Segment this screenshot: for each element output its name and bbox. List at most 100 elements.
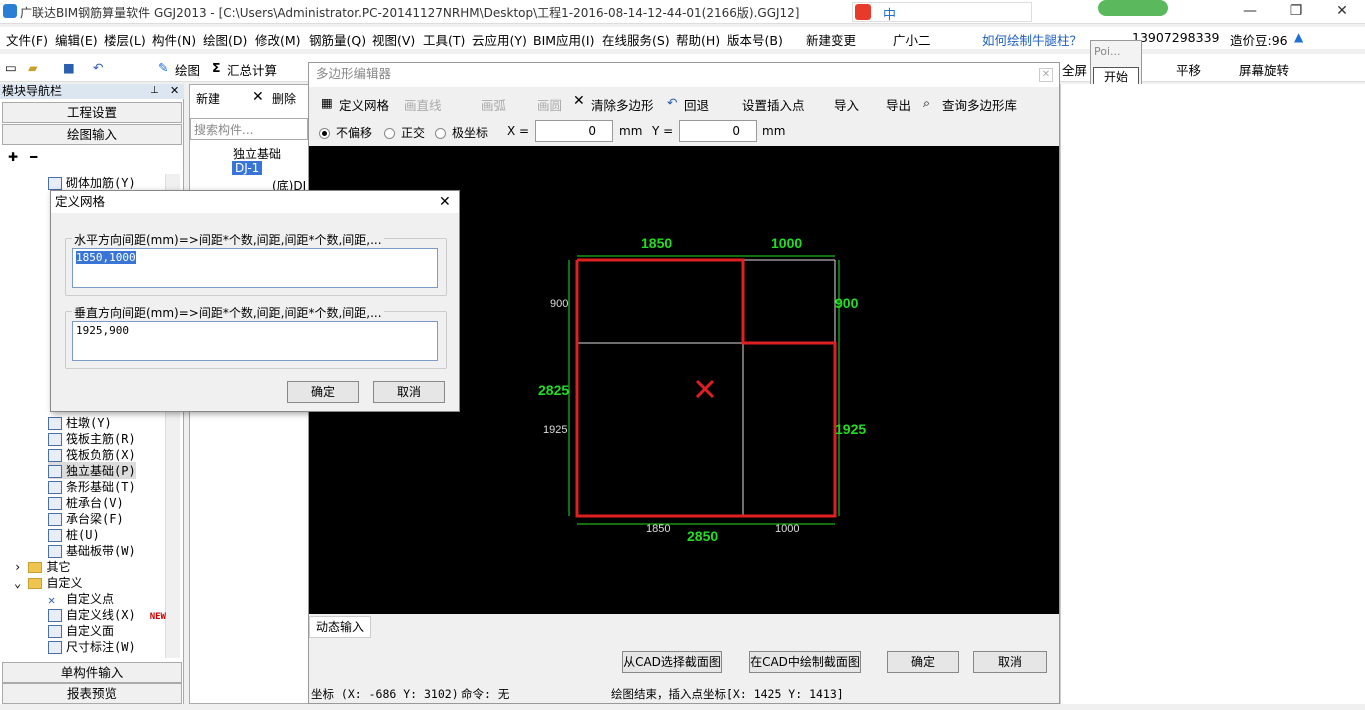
nav-item-pile-cap[interactable]: 桩承台(V) [48, 494, 124, 511]
nav-item-foundation-strip[interactable]: 基础板带(W) [48, 542, 136, 559]
draw-line-button[interactable]: 画直线 [404, 95, 442, 114]
draw-circle-button[interactable]: 画圆 [537, 95, 562, 114]
radio-polar[interactable]: 极坐标 [435, 124, 488, 141]
status-coordinates: 坐标 (X: -686 Y: 3102) [311, 687, 459, 701]
nav-item-raft-neg[interactable]: 筏板负筋(X) [48, 446, 136, 463]
component-search-input[interactable]: 搜索构件... [190, 118, 308, 140]
define-grid-dialog: 定义网格 ✕ 水平方向间距(mm)=>间距*个数,间距,间距*个数,间距,...… [50, 190, 460, 412]
set-insert-point-button[interactable]: 设置插入点 [742, 95, 805, 114]
nav-item-strip-foundation[interactable]: 条形基础(T) [48, 478, 136, 495]
nav-item-dimension[interactable]: 尺寸标注(W) [48, 638, 136, 655]
menu-version[interactable]: 版本号(B) [727, 30, 783, 49]
close-icon[interactable]: ✕ [1319, 0, 1365, 24]
nav-item-pier[interactable]: 柱墩(Y) [48, 414, 112, 431]
menu-component[interactable]: 构件(N) [152, 30, 196, 49]
pin-icon[interactable]: ⊥ [150, 85, 159, 96]
menu-edit[interactable]: 编辑(E) [55, 30, 98, 49]
single-component-button[interactable]: 单构件输入 [2, 662, 182, 683]
from-cad-button[interactable]: 从CAD选择截面图 [622, 651, 722, 673]
help-link[interactable]: 如何绘制牛腿柱？ [982, 30, 1082, 49]
nav-item-isolated-foundation[interactable]: 独立基础(P) [48, 462, 136, 479]
nav-item-custom-point[interactable]: ✕ 自定义点 [48, 590, 114, 607]
app-logo-icon [3, 4, 17, 18]
menu-modify[interactable]: 修改(M) [255, 30, 301, 49]
save-icon[interactable]: ■ [63, 60, 75, 75]
grid-icon: ▦ [321, 95, 333, 110]
nav-item-masonry-rebar[interactable]: 砌体加筋(Y) [48, 174, 136, 191]
drawing-input-button[interactable]: 绘图输入 [2, 124, 182, 145]
project-settings-button[interactable]: 工程设置 [2, 102, 182, 123]
nav-item-raft-main[interactable]: 筏板主筋(R) [48, 430, 136, 447]
editor-cancel-button[interactable]: 取消 [973, 651, 1047, 673]
restore-icon[interactable]: ❐ [1273, 0, 1319, 24]
menu-help[interactable]: 帮助(H) [676, 30, 720, 49]
x-input[interactable]: 0 [535, 120, 613, 142]
grid-cancel-button[interactable]: 取消 [373, 381, 445, 403]
delete-icon[interactable]: ✕ [252, 89, 264, 105]
editor-ok-button[interactable]: 确定 [887, 651, 959, 673]
horizontal-spacing-input[interactable]: 1850,1000 [72, 248, 438, 288]
new-component-button[interactable]: 新建 [196, 90, 220, 107]
editor-close-icon[interactable]: ✕ [1039, 68, 1053, 82]
expand-all-icon[interactable]: ✚ [8, 150, 18, 164]
nav-folder-other[interactable]: › 其它 [14, 558, 70, 575]
nav-close-icon[interactable]: ✕ [170, 84, 179, 97]
bell-icon[interactable]: ▲ [1294, 30, 1303, 44]
report-preview-button[interactable]: 报表预览 [2, 683, 182, 704]
menu-view[interactable]: 视图(V) [372, 30, 415, 49]
open-folder-icon[interactable]: ▰ [28, 60, 38, 75]
nav-item-custom-face[interactable]: 自定义面 [48, 622, 114, 639]
dialog-close-icon[interactable]: ✕ [439, 194, 451, 210]
menu-guangxiaoer[interactable]: 广小二 [893, 30, 931, 49]
nav-folder-custom[interactable]: ⌄ 自定义 [14, 574, 82, 591]
draw-arc-button[interactable]: 画弧 [481, 95, 506, 114]
menu-online[interactable]: 在线服务(S) [602, 30, 670, 49]
clear-icon: ✕ [573, 93, 585, 109]
rollback-button[interactable]: 回退 [684, 95, 709, 114]
menu-draw[interactable]: 绘图(D) [203, 30, 247, 49]
nav-item-custom-line[interactable]: 自定义线(X) NEW [48, 606, 166, 623]
nav-item-pile[interactable]: 桩(U) [48, 526, 100, 543]
status-bar: 坐标 (X: -686 Y: 3102) 命令: 无 绘图结束，插入点坐标[X:… [309, 683, 1059, 703]
ime-toolbar[interactable]: 中 [852, 2, 1032, 23]
new-file-icon[interactable]: ▭ [5, 60, 17, 75]
radio-ortho[interactable]: 正交 [384, 124, 425, 141]
minimize-icon[interactable]: — [1227, 0, 1273, 24]
delete-button[interactable]: 删除 [272, 90, 296, 107]
clear-polygon-button[interactable]: 清除多边形 [591, 95, 654, 114]
rotate-screen-button[interactable]: 屏幕旋转 [1239, 60, 1289, 79]
nav-item-cap-beam[interactable]: 承台梁(F) [48, 510, 124, 527]
grid-ok-button[interactable]: 确定 [287, 381, 359, 403]
search-icon: ⌕ [923, 95, 931, 110]
menu-cloud[interactable]: 云应用(Y) [472, 30, 527, 49]
pan-button[interactable]: 平移 [1176, 60, 1201, 79]
menu-tools[interactable]: 工具(T) [423, 30, 465, 49]
y-input[interactable]: 0 [679, 120, 757, 142]
ime-mode[interactable]: 中 [883, 4, 896, 23]
menu-file[interactable]: 文件(F) [6, 30, 48, 49]
query-polygon-library-button[interactable]: 查询多边形库 [942, 95, 1017, 114]
dynamic-input-tab[interactable]: 动态输入 [309, 616, 371, 638]
tree-dj1[interactable]: DJ-1 [232, 161, 263, 175]
tree-isolated-foundation[interactable]: 独立基础 [233, 145, 281, 162]
radio-no-offset[interactable]: 不偏移 [319, 124, 372, 141]
x-label: X = [507, 124, 530, 138]
draw-button[interactable]: 绘图 [175, 60, 200, 79]
undo-icon[interactable]: ↶ [93, 60, 103, 75]
export-button[interactable]: 导出 [886, 95, 911, 114]
grid-dialog-title: 定义网格 [51, 191, 459, 213]
draw-in-cad-button[interactable]: 在CAD中绘制截面图 [749, 651, 861, 673]
menu-new-change[interactable]: 新建变更 [806, 30, 856, 49]
menu-bim[interactable]: BIM应用(I) [533, 30, 595, 49]
drawing-area[interactable] [1060, 84, 1365, 704]
dim-left-900: 900 [550, 298, 568, 310]
menu-floor[interactable]: 楼层(L) [104, 30, 146, 49]
vertical-spacing-input[interactable]: 1925,900 [72, 321, 438, 361]
collapse-all-icon[interactable]: ━ [30, 150, 37, 164]
import-button[interactable]: 导入 [834, 95, 859, 114]
status-message: 绘图结束，插入点坐标[X: 1425 Y: 1413] [611, 687, 844, 701]
sum-calc-button[interactable]: 汇总计算 [227, 60, 277, 79]
fullscreen-button[interactable]: 全屏 [1062, 60, 1087, 79]
menu-rebar-qty[interactable]: 钢筋量(Q) [309, 30, 366, 49]
define-grid-button[interactable]: 定义网格 [339, 95, 389, 114]
